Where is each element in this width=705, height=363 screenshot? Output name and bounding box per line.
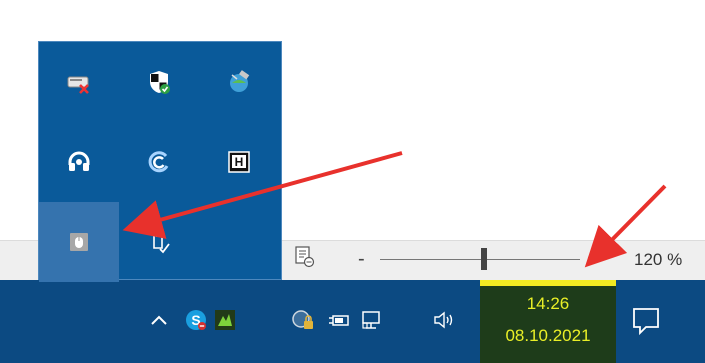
flyout-item-hotkey-app[interactable]: H <box>199 122 279 202</box>
svg-text:H: H <box>235 155 244 169</box>
clock-button[interactable] <box>480 280 616 363</box>
network-disconnected-icon <box>67 76 89 94</box>
power-battery-icon[interactable] <box>327 308 351 332</box>
flyout-item-windows-security[interactable] <box>119 42 199 122</box>
flyout-item-satellite-app[interactable] <box>199 42 279 122</box>
clock-time: 14:26 <box>526 294 570 313</box>
show-hidden-icons-button[interactable] <box>147 310 171 330</box>
zoom-slider-thumb[interactable] <box>481 248 487 270</box>
clock-highlight-marker <box>480 280 616 286</box>
action-center-icon[interactable] <box>628 305 664 337</box>
satellite-app-icon <box>230 70 250 92</box>
zoom-slider-track[interactable] <box>380 259 580 260</box>
zoom-out-button[interactable]: - <box>358 249 365 269</box>
flyout-item-safely-remove-hardware[interactable] <box>119 202 199 282</box>
safely-remove-hardware-icon <box>153 231 170 254</box>
flyout-item-usb-mouse[interactable] <box>39 202 119 282</box>
volume-icon[interactable] <box>432 308 456 332</box>
network-locked-icon[interactable] <box>291 308 315 332</box>
hotkey-app-icon: H <box>228 151 250 173</box>
flyout-item-network-disconnected[interactable] <box>39 42 119 122</box>
zoom-percentage[interactable]: 120 % <box>634 250 682 270</box>
view-mode-icon[interactable] <box>294 245 316 269</box>
clock-date: 08.10.2021 <box>505 326 591 345</box>
zoom-in-button[interactable]: + <box>587 247 600 269</box>
windows-security-icon <box>150 71 170 94</box>
chevron-up-icon <box>151 315 167 325</box>
skype-icon[interactable]: S <box>184 308 208 332</box>
usb-mouse-icon <box>70 233 88 251</box>
spinner-app-icon <box>148 151 169 173</box>
network-monitor-icon[interactable] <box>360 308 384 332</box>
flyout-item-headset[interactable] <box>39 122 119 202</box>
green-app-icon[interactable] <box>213 308 237 332</box>
headset-icon <box>68 151 90 171</box>
flyout-item-spinner-app[interactable] <box>119 122 199 202</box>
tray-overflow-flyout: H <box>38 41 282 282</box>
